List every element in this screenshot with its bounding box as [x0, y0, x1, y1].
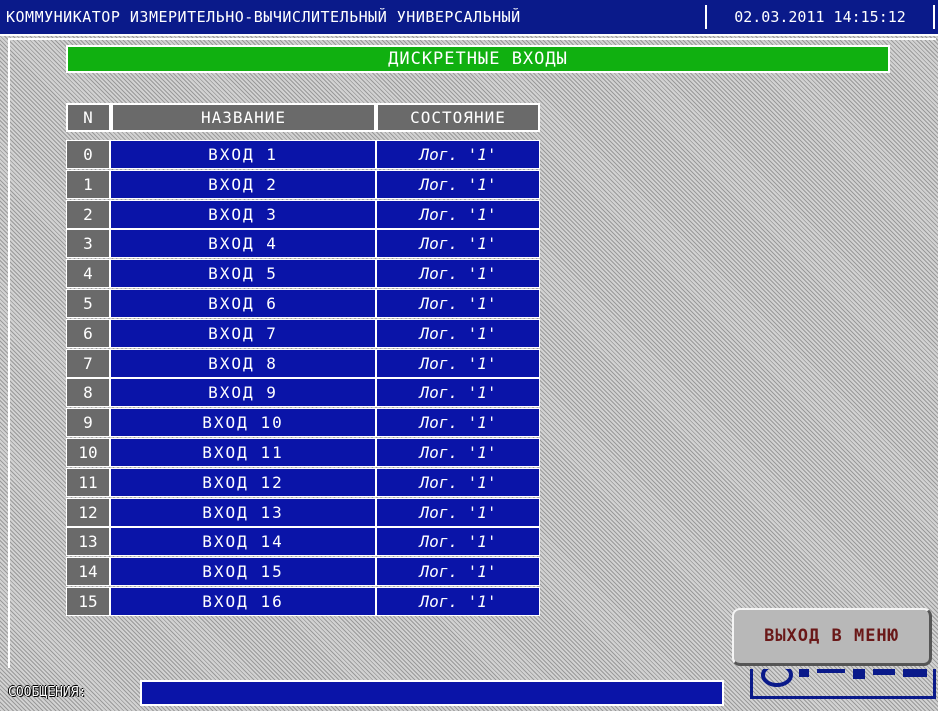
input-index-cell: 6 — [66, 318, 110, 348]
input-state-cell: Лог. '1' — [376, 199, 540, 229]
input-state-cell: Лог. '1' — [376, 318, 540, 348]
input-index-cell: 9 — [66, 408, 110, 438]
input-name-cell: ВХОД 7 — [110, 318, 376, 348]
input-index-cell: 0 — [66, 140, 110, 169]
input-name-cell: ВХОД 16 — [110, 586, 376, 616]
input-index-cell: 14 — [66, 557, 110, 587]
input-state-cell: Лог. '1' — [376, 348, 540, 378]
input-name-cell: ВХОД 14 — [110, 527, 376, 557]
table-row: 9 ВХОД 10 Лог. '1' — [66, 408, 540, 438]
input-state-cell: Лог. '1' — [376, 586, 540, 616]
table-row: 14 ВХОД 15 Лог. '1' — [66, 557, 540, 587]
input-state-cell: Лог. '1' — [376, 527, 540, 557]
table-row: 7 ВХОД 8 Лог. '1' — [66, 348, 540, 379]
input-state-cell: Лог. '1' — [376, 408, 540, 438]
table-row: 3 ВХОД 4 Лог. '1' — [66, 229, 540, 259]
input-index-cell: 2 — [66, 199, 110, 229]
table-row: 12 ВХОД 13 Лог. '1' — [66, 497, 540, 528]
table-row: 10 ВХОД 11 Лог. '1' — [66, 437, 540, 468]
brand-logo — [750, 669, 936, 699]
input-state-cell: Лог. '1' — [376, 259, 540, 289]
input-name-cell: ВХОД 10 — [110, 408, 376, 438]
input-state-cell: Лог. '1' — [376, 140, 540, 169]
table-row: 0 ВХОД 1 Лог. '1' — [66, 140, 540, 170]
title-bar: КОММУНИКАТОР ИЗМЕРИТЕЛЬНО-ВЫЧИСЛИТЕЛЬНЫЙ… — [0, 0, 938, 36]
messages-field — [140, 680, 724, 706]
logo-mark-icon — [761, 669, 927, 687]
messages-label: СООБЩЕНИЯ: — [8, 685, 87, 700]
input-state-cell: Лог. '1' — [376, 437, 540, 467]
input-state-cell: Лог. '1' — [376, 288, 540, 318]
input-name-cell: ВХОД 6 — [110, 288, 376, 318]
table-row: 5 ВХОД 6 Лог. '1' — [66, 288, 540, 319]
table-row: 6 ВХОД 7 Лог. '1' — [66, 318, 540, 349]
table-row: 13 ВХОД 14 Лог. '1' — [66, 527, 540, 557]
input-name-cell: ВХОД 13 — [110, 497, 376, 527]
input-name-cell: ВХОД 2 — [110, 169, 376, 199]
input-index-cell: 10 — [66, 437, 110, 467]
input-state-cell: Лог. '1' — [376, 378, 540, 408]
app-title: КОММУНИКАТОР ИЗМЕРИТЕЛЬНО-ВЫЧИСЛИТЕЛЬНЫЙ… — [6, 8, 521, 26]
screen-title: ДИСКРЕТНЫЕ ВХОДЫ — [66, 45, 890, 73]
table-row: 1 ВХОД 2 Лог. '1' — [66, 169, 540, 200]
input-index-cell: 11 — [66, 467, 110, 497]
input-name-cell: ВХОД 9 — [110, 378, 376, 408]
input-index-cell: 15 — [66, 586, 110, 616]
table-row: 8 ВХОД 9 Лог. '1' — [66, 378, 540, 408]
table-row: 4 ВХОД 5 Лог. '1' — [66, 259, 540, 289]
datetime-display: 02.03.2011 14:15:12 — [705, 5, 935, 29]
input-name-cell: ВХОД 4 — [110, 229, 376, 259]
input-name-cell: ВХОД 11 — [110, 437, 376, 467]
input-index-cell: 13 — [66, 527, 110, 557]
input-name-cell: ВХОД 3 — [110, 199, 376, 229]
input-name-cell: ВХОД 12 — [110, 467, 376, 497]
input-state-cell: Лог. '1' — [376, 497, 540, 527]
input-index-cell: 4 — [66, 259, 110, 289]
table-row: 11 ВХОД 12 Лог. '1' — [66, 467, 540, 498]
input-name-cell: ВХОД 5 — [110, 259, 376, 289]
inputs-table: 0 ВХОД 1 Лог. '1' 1 ВХОД 2 Лог. '1' 2 ВХОД 3 Лог… — [66, 140, 540, 617]
column-header-n: N — [66, 103, 111, 132]
input-index-cell: 7 — [66, 348, 110, 378]
input-name-cell: ВХОД 1 — [110, 140, 376, 169]
column-header-name: НАЗВАНИЕ — [111, 103, 376, 132]
table-row: 15 ВХОД 16 Лог. '1' — [66, 586, 540, 617]
table-row: 2 ВХОД 3 Лог. '1' — [66, 199, 540, 230]
input-index-cell: 3 — [66, 229, 110, 259]
input-index-cell: 5 — [66, 288, 110, 318]
input-state-cell: Лог. '1' — [376, 557, 540, 587]
exit-to-menu-button[interactable]: ВЫХОД В МЕНЮ — [732, 608, 932, 666]
column-header-state: СОСТОЯНИЕ — [376, 103, 540, 132]
input-state-cell: Лог. '1' — [376, 229, 540, 259]
input-name-cell: ВХОД 15 — [110, 557, 376, 587]
input-name-cell: ВХОД 8 — [110, 348, 376, 378]
input-state-cell: Лог. '1' — [376, 169, 540, 199]
input-index-cell: 8 — [66, 378, 110, 408]
input-index-cell: 12 — [66, 497, 110, 527]
input-state-cell: Лог. '1' — [376, 467, 540, 497]
input-index-cell: 1 — [66, 169, 110, 199]
